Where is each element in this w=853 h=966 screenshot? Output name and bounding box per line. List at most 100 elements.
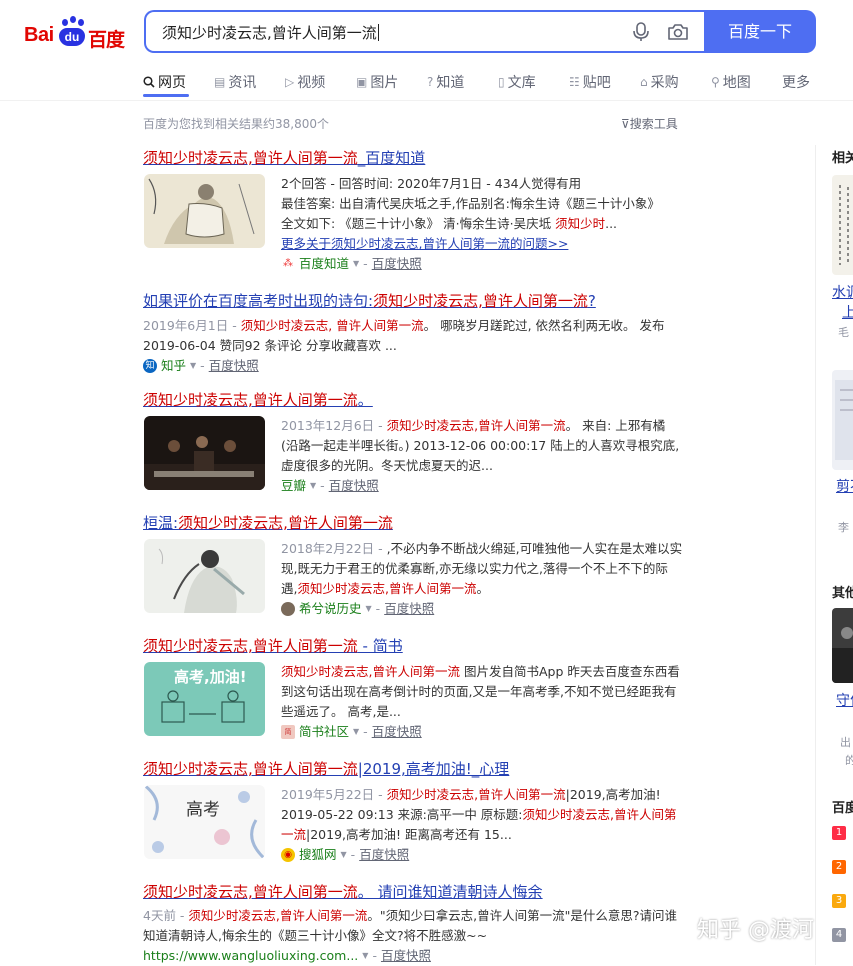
title-text: - 简书 (357, 637, 403, 655)
tab-tieba[interactable]: ☷ 贴吧 (569, 72, 611, 92)
result-thumbnail[interactable] (144, 539, 265, 613)
source-name[interactable]: 希兮说历史 (299, 599, 362, 619)
tab-video[interactable]: ▷ 视频 (285, 72, 325, 92)
snippet-highlight: 须知少时凌云志,曾许人间第一流 (386, 787, 566, 802)
tab-news[interactable]: ▤ 资讯 (214, 72, 256, 92)
snapshot-link[interactable]: 百度快照 (384, 599, 434, 619)
result-title-link[interactable]: 须知少时凌云志,曾许人间第一流。 请问谁知道清朝诗人悔余 (143, 882, 683, 902)
tab-label: 采购 (650, 75, 679, 91)
result-title-link[interactable]: 桓温:须知少时凌云志,曾许人间第一流 (143, 513, 683, 533)
result-best-answer: 最佳答案: 出自清代吴庆坻之手,作品别名:悔余生诗《题三十计小象》 (281, 196, 660, 211)
snapshot-link[interactable]: 百度快照 (372, 722, 422, 742)
result-thumbnail[interactable]: 高考,加油! (144, 662, 265, 736)
result-source: 希兮说历史 ▼ - 百度快照 (281, 599, 683, 619)
hot-rank-item[interactable]: 2 (832, 857, 846, 874)
snippet-highlight: 须知少时凌云志,曾许人间第一流 (188, 908, 368, 923)
result-title-link[interactable]: 须知少时凌云志,曾许人间第一流|2019,高考加油!_心理 (143, 759, 683, 779)
chevron-down-icon[interactable]: ▼ (353, 254, 359, 274)
title-highlight: 须知少时凌云志,曾许人间第一流 (178, 514, 393, 532)
chevron-down-icon[interactable]: ▼ (353, 722, 359, 742)
rank-badge: 4 (832, 928, 846, 942)
hot-rank-item[interactable]: 1 (832, 823, 846, 840)
other-link[interactable]: 守住 (836, 690, 853, 710)
gaokao-poster-image: 高考 (144, 785, 265, 859)
snippet-text: 全文如下: 《题三十计小象》 清·悔余生诗·吴庆坻 (281, 216, 556, 231)
hot-heading: 百度 (832, 801, 853, 816)
result-thumbnail[interactable] (144, 416, 265, 490)
video-icon: ▷ (285, 75, 295, 89)
related-author: 毛 (838, 326, 849, 339)
chevron-down-icon[interactable]: ▼ (366, 599, 372, 619)
snapshot-link[interactable]: 百度快照 (359, 845, 409, 865)
search-box[interactable]: 须知少时凌云志,曾许人间第一流 (144, 10, 704, 53)
source-name[interactable]: 知乎 (161, 356, 186, 376)
tab-web[interactable]: 网页 (143, 72, 186, 92)
result-thumbnail[interactable] (144, 174, 265, 248)
camera-icon[interactable] (667, 23, 689, 41)
jianshu-icon: 简 (281, 725, 295, 739)
related-link[interactable]: 剪不 (836, 476, 853, 496)
result-snippet: 2019年6月1日 - 须知少时凌云志, 曾许人间第一流。 哪晓岁月蹉跎过, 依… (143, 316, 683, 356)
hot-rank-item[interactable]: 4 (832, 925, 846, 942)
logo-text-baidu: 百度 (88, 29, 125, 51)
search-button[interactable]: 百度一下 (704, 10, 816, 53)
search-input[interactable]: 须知少时凌云志,曾许人间第一流 (162, 22, 379, 43)
gaokao-cheer-image: 高考,加油! (144, 662, 265, 736)
thumb-caption: 高考 (186, 800, 220, 820)
tab-images[interactable]: ▣ 图片 (356, 72, 398, 92)
calligraphy-image (832, 175, 853, 275)
image-icon: ▣ (356, 75, 368, 89)
chevron-down-icon[interactable]: ▼ (341, 845, 347, 865)
title-highlight: 须知少时凌云志,曾许人间第一流 (143, 760, 358, 778)
tab-zhidao[interactable]: ? 知道 (427, 72, 464, 92)
separator: - (350, 847, 356, 862)
separator: - (363, 724, 368, 739)
chevron-down-icon[interactable]: ▼ (362, 946, 368, 966)
filter-icon: ⊽ (621, 117, 630, 131)
snapshot-link[interactable]: 百度快照 (381, 946, 431, 966)
photo-image (832, 608, 853, 683)
other-image[interactable] (832, 608, 853, 683)
source-name[interactable]: 简书社区 (299, 722, 349, 742)
search-tools-button[interactable]: ⊽搜索工具 (621, 115, 678, 132)
related-image[interactable] (832, 175, 853, 275)
tab-label: 更多 (782, 75, 810, 91)
title-highlight: 须知少时凌云志,曾许人间第一流 (373, 292, 588, 310)
snippet-highlight: 须知少时凌云志,曾许人间第一流 (386, 418, 566, 433)
hot-rank-item[interactable]: 3 (832, 891, 846, 908)
tab-more[interactable]: 更多 (782, 72, 810, 92)
related-heading: 相关 (832, 151, 853, 166)
result-title-link[interactable]: 如果评价在百度高考时出现的诗句:须知少时凌云志,曾许人间第一流? (143, 291, 683, 311)
result-date: 2019年6月1日 - (143, 318, 241, 333)
source-url[interactable]: https://www.wangluoliuxing.com... (143, 946, 358, 966)
tab-map[interactable]: ⚲ 地图 (711, 72, 751, 92)
related-link[interactable]: 上 (842, 302, 853, 322)
chevron-down-icon[interactable]: ▼ (310, 476, 316, 496)
source-name[interactable]: 搜狐网 (299, 845, 337, 865)
tab-purchase[interactable]: ⌂ 采购 (640, 72, 679, 92)
related-link[interactable]: 水调 (832, 282, 853, 302)
baidu-logo[interactable]: Bai du 百度 (22, 14, 128, 51)
other-heading: 其他 (832, 586, 853, 601)
result-title-link[interactable]: 须知少时凌云志,曾许人间第一流 - 简书 (143, 636, 683, 656)
source-name[interactable]: 百度知道 (299, 254, 349, 274)
result-title-link[interactable]: 须知少时凌云志,曾许人间第一流_百度知道 (143, 148, 683, 168)
search-result: 如果评价在百度高考时出现的诗句:须知少时凌云志,曾许人间第一流? 2019年6月… (143, 291, 683, 376)
snapshot-link[interactable]: 百度快照 (372, 254, 422, 274)
microphone-icon[interactable] (632, 22, 650, 42)
result-source: https://www.wangluoliuxing.com... ▼ - 百度… (143, 946, 683, 966)
result-title-link[interactable]: 须知少时凌云志,曾许人间第一流。 (143, 390, 683, 410)
snapshot-link[interactable]: 百度快照 (209, 356, 259, 376)
related-image[interactable] (832, 370, 853, 470)
movie-still-image (144, 416, 265, 490)
snippet-text: |2019,高考加油! 距离高考还有 15... (306, 827, 512, 842)
result-snippet: 全文如下: 《题三十计小象》 清·悔余生诗·吴庆坻 须知少时... (281, 214, 683, 234)
tab-wenku[interactable]: ▯ 文库 (498, 72, 536, 92)
snapshot-link[interactable]: 百度快照 (329, 476, 379, 496)
more-questions-link[interactable]: 更多关于须知少时凌云志,曾许人间第一流的问题>> (281, 234, 683, 254)
result-thumbnail[interactable]: 高考 (144, 785, 265, 859)
source-name[interactable]: 豆瓣 (281, 476, 306, 496)
result-date: 2019年5月22日 - (281, 787, 387, 802)
chevron-down-icon[interactable]: ▼ (190, 356, 196, 376)
result-snippet: 2018年2月22日 - ,不必内争不断战火绵延,可唯独他一人实在是太难以实现,… (281, 539, 683, 599)
